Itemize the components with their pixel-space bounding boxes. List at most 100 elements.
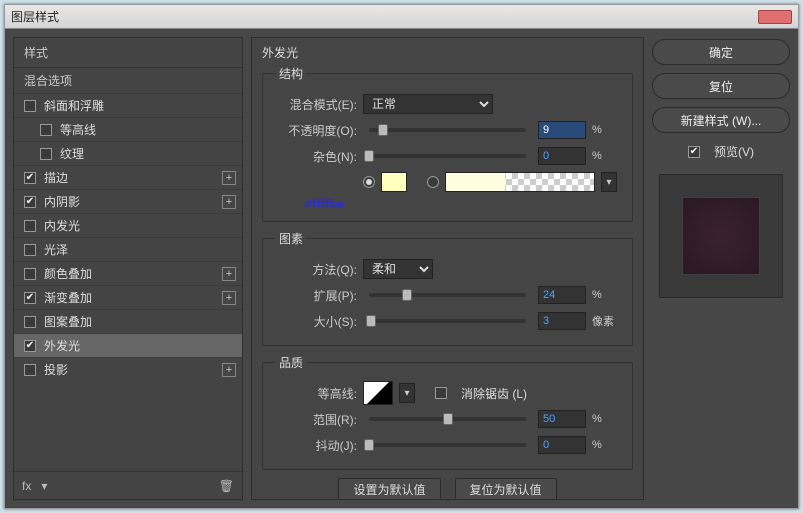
fx-label[interactable]: fx (22, 479, 31, 493)
style-item-4[interactable]: 内阴影+ (14, 189, 242, 213)
opacity-label: 不透明度(O): (275, 122, 357, 139)
new-style-button[interactable]: 新建样式 (W)... (652, 107, 790, 133)
gradient-swatch[interactable] (445, 172, 595, 192)
style-item-6[interactable]: 光泽 (14, 237, 242, 261)
structure-legend: 结构 (275, 65, 307, 82)
style-list: 斜面和浮雕等高线纹理描边+内阴影+内发光光泽颜色叠加+渐变叠加+图案叠加外发光投… (14, 93, 242, 471)
jitter-label: 抖动(J): (275, 437, 357, 454)
plus-icon[interactable]: + (222, 171, 236, 185)
blend-mode-select[interactable]: 正常 (363, 94, 493, 114)
style-checkbox[interactable] (24, 268, 36, 280)
color-swatch[interactable] (381, 172, 407, 192)
styles-panel: 样式 混合选项 斜面和浮雕等高线纹理描边+内阴影+内发光光泽颜色叠加+渐变叠加+… (13, 37, 243, 500)
chevron-down-icon[interactable]: ▾ (41, 479, 47, 493)
noise-slider[interactable] (369, 154, 526, 158)
style-item-11[interactable]: 投影+ (14, 357, 242, 381)
style-checkbox[interactable] (40, 148, 52, 160)
jitter-input[interactable]: 0 (538, 436, 586, 454)
style-item-5[interactable]: 内发光 (14, 213, 242, 237)
blend-mode-label: 混合模式(E): (275, 96, 357, 113)
style-checkbox[interactable] (24, 220, 36, 232)
style-label: 投影 (44, 361, 222, 378)
style-label: 纹理 (60, 145, 236, 162)
method-label: 方法(Q): (275, 261, 357, 278)
make-default-button[interactable]: 设置为默认值 (338, 478, 440, 500)
chevron-down-icon[interactable]: ▾ (601, 172, 617, 192)
preview-label: 预览(V) (714, 143, 754, 160)
spread-slider[interactable] (369, 293, 526, 297)
size-unit: 像素 (592, 313, 620, 329)
opacity-unit: % (592, 124, 620, 136)
style-item-8[interactable]: 渐变叠加+ (14, 285, 242, 309)
style-label: 渐变叠加 (44, 289, 222, 306)
opacity-slider[interactable] (369, 128, 526, 132)
range-unit: % (592, 413, 620, 425)
size-slider[interactable] (369, 319, 526, 323)
style-checkbox[interactable] (24, 340, 36, 352)
structure-group: 结构 混合模式(E): 正常 不透明度(O): 9 % 杂色(N): 0 % (262, 65, 633, 222)
preview-swatch (682, 197, 760, 275)
style-checkbox[interactable] (24, 292, 36, 304)
contour-picker[interactable] (363, 381, 393, 405)
noise-input[interactable]: 0 (538, 147, 586, 165)
style-label: 光泽 (44, 241, 236, 258)
style-item-10[interactable]: 外发光 (14, 333, 242, 357)
gradient-radio[interactable] (427, 176, 439, 188)
plus-icon[interactable]: + (222, 195, 236, 209)
window-title: 图层样式 (11, 8, 59, 25)
chevron-down-icon[interactable]: ▾ (399, 383, 415, 403)
spread-input[interactable]: 24 (538, 286, 586, 304)
opacity-input[interactable]: 9 (538, 121, 586, 139)
style-item-0[interactable]: 斜面和浮雕 (14, 93, 242, 117)
styles-footer: fx ▾ 🗑 (14, 471, 242, 499)
ok-button[interactable]: 确定 (652, 39, 790, 65)
size-input[interactable]: 3 (538, 312, 586, 330)
range-label: 范围(R): (275, 411, 357, 428)
elements-group: 图素 方法(Q): 柔和 扩展(P): 24 % 大小(S): 3 像素 (262, 230, 633, 346)
plus-icon[interactable]: + (222, 363, 236, 377)
style-item-2[interactable]: 纹理 (14, 141, 242, 165)
style-checkbox[interactable] (24, 172, 36, 184)
color-radio[interactable] (363, 176, 375, 188)
preview-checkbox[interactable] (688, 146, 700, 158)
style-checkbox[interactable] (24, 316, 36, 328)
effect-title: 外发光 (262, 44, 633, 61)
style-label: 外发光 (44, 337, 236, 354)
style-checkbox[interactable] (24, 196, 36, 208)
style-checkbox[interactable] (40, 124, 52, 136)
close-icon[interactable] (758, 10, 792, 24)
spread-label: 扩展(P): (275, 287, 357, 304)
plus-icon[interactable]: + (222, 267, 236, 281)
range-input[interactable]: 50 (538, 410, 586, 428)
style-checkbox[interactable] (24, 364, 36, 376)
method-select[interactable]: 柔和 (363, 259, 433, 279)
style-item-1[interactable]: 等高线 (14, 117, 242, 141)
style-label: 等高线 (60, 121, 236, 138)
plus-icon[interactable]: + (222, 291, 236, 305)
style-label: 斜面和浮雕 (44, 97, 236, 114)
preview-box (659, 174, 783, 298)
cancel-button[interactable]: 复位 (652, 73, 790, 99)
jitter-unit: % (592, 439, 620, 451)
reset-default-button[interactable]: 复位为默认值 (455, 478, 557, 500)
style-label: 图案叠加 (44, 313, 236, 330)
antialias-checkbox[interactable] (435, 387, 447, 399)
hex-annotation: #ffffbe (305, 196, 620, 211)
range-slider[interactable] (369, 417, 526, 421)
style-item-9[interactable]: 图案叠加 (14, 309, 242, 333)
noise-label: 杂色(N): (275, 148, 357, 165)
style-item-7[interactable]: 颜色叠加+ (14, 261, 242, 285)
spread-unit: % (592, 289, 620, 301)
titlebar[interactable]: 图层样式 (5, 5, 798, 29)
blend-options-header[interactable]: 混合选项 (14, 67, 242, 93)
effect-settings: 外发光 结构 混合模式(E): 正常 不透明度(O): 9 % 杂色(N): 0 (251, 37, 644, 500)
style-label: 颜色叠加 (44, 265, 222, 282)
jitter-slider[interactable] (369, 443, 526, 447)
size-label: 大小(S): (275, 313, 357, 330)
trash-icon[interactable]: 🗑 (219, 479, 234, 493)
style-label: 内阴影 (44, 193, 222, 210)
style-checkbox[interactable] (24, 244, 36, 256)
style-label: 描边 (44, 169, 222, 186)
style-checkbox[interactable] (24, 100, 36, 112)
style-item-3[interactable]: 描边+ (14, 165, 242, 189)
